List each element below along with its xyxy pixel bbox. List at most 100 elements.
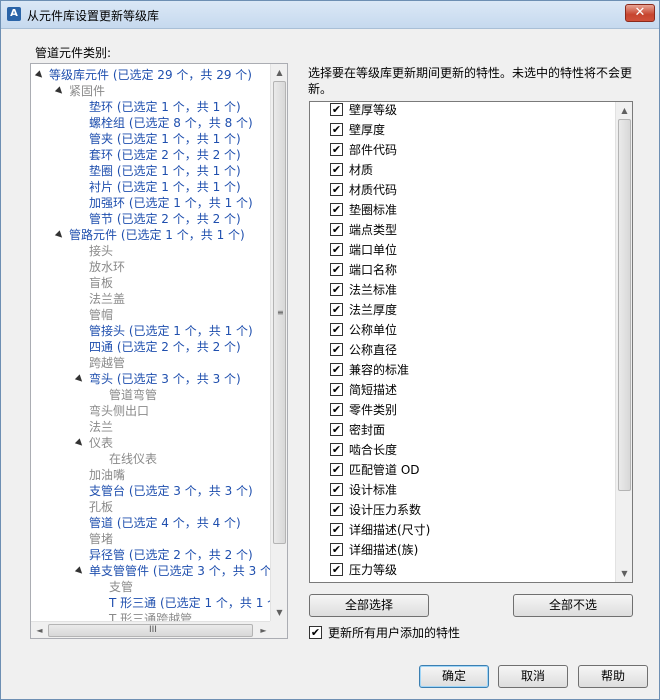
tree-node[interactable]: 管帽 [89, 307, 113, 323]
list-scroll-down-arrow-icon[interactable]: ▼ [616, 565, 632, 582]
property-row[interactable]: ✔ 零件类别 [330, 400, 397, 420]
tree-node[interactable]: 管路元件 (已选定 1 个，共 1 个) [69, 227, 245, 243]
property-row[interactable]: ✔ 端口单位 [330, 240, 397, 260]
property-row[interactable]: ✔ 公称直径 [330, 340, 397, 360]
property-row[interactable]: ✔ 法兰厚度 [330, 300, 397, 320]
tree-node[interactable]: 仪表 [89, 435, 113, 451]
property-checkbox[interactable]: ✔ [330, 303, 343, 316]
scroll-up-arrow-icon[interactable]: ▲ [271, 64, 287, 81]
tree-node[interactable]: 螺栓组 (已选定 8 个，共 8 个) [89, 115, 253, 131]
select-all-button[interactable]: 全部选择 [309, 594, 429, 617]
expand-toggle-icon[interactable]: ▲ [51, 83, 67, 99]
property-row[interactable]: ✔ 材质 [330, 160, 373, 180]
tree-node[interactable]: 垫圈 (已选定 1 个，共 1 个) [89, 163, 241, 179]
tree-node[interactable]: 加强环 (已选定 1 个，共 1 个) [89, 195, 253, 211]
property-checkbox[interactable]: ✔ [330, 503, 343, 516]
property-checkbox[interactable]: ✔ [330, 403, 343, 416]
property-row[interactable]: ✔ 兼容的标准 [330, 360, 409, 380]
property-row[interactable]: ✔ 法兰标准 [330, 280, 397, 300]
tree-node[interactable]: 跨越管 [89, 355, 125, 371]
property-checkbox[interactable]: ✔ [330, 323, 343, 336]
tree-node[interactable]: 管道弯管 [109, 387, 157, 403]
tree-node[interactable]: 接头 [89, 243, 113, 259]
expand-toggle-icon[interactable]: ▲ [71, 435, 87, 451]
property-checkbox[interactable]: ✔ [330, 383, 343, 396]
property-checkbox[interactable]: ✔ [330, 343, 343, 356]
update-user-properties-checkbox[interactable]: ✔ [309, 626, 322, 639]
property-checkbox[interactable]: ✔ [330, 523, 343, 536]
property-row[interactable]: ✔ 密封面 [330, 420, 385, 440]
property-row[interactable]: ✔ 垫圈标准 [330, 200, 397, 220]
property-checkbox[interactable]: ✔ [330, 243, 343, 256]
tree-node[interactable]: T 形三通 (已选定 1 个，共 1 个) [109, 595, 272, 611]
select-none-button[interactable]: 全部不选 [513, 594, 633, 617]
tree-node[interactable]: 套环 (已选定 2 个，共 2 个) [89, 147, 241, 163]
tree-node[interactable]: 管道 (已选定 4 个，共 4 个) [89, 515, 241, 531]
title-bar[interactable]: A 从元件库设置更新等级库 ✕ [1, 1, 659, 29]
property-checkbox[interactable]: ✔ [330, 363, 343, 376]
tree-hscroll-thumb[interactable]: III [48, 624, 253, 637]
tree-node[interactable]: 管堵 [89, 531, 113, 547]
property-row[interactable]: ✔ 啮合长度 [330, 440, 397, 460]
tree-node[interactable]: 异径管 (已选定 2 个，共 2 个) [89, 547, 253, 563]
property-row[interactable]: ✔ 材质代码 [330, 180, 397, 200]
property-checkbox[interactable]: ✔ [330, 123, 343, 136]
expand-toggle-icon[interactable]: ▲ [31, 67, 47, 83]
property-row[interactable]: ✔ 设计压力系数 [330, 500, 421, 520]
property-checkbox[interactable]: ✔ [330, 563, 343, 576]
expand-toggle-icon[interactable]: ▲ [71, 563, 87, 579]
property-checkbox[interactable]: ✔ [330, 283, 343, 296]
tree-node[interactable]: 垫环 (已选定 1 个，共 1 个) [89, 99, 241, 115]
property-row[interactable]: ✔ 公称单位 [330, 320, 397, 340]
tree-node[interactable]: 单支管管件 (已选定 3 个，共 3 个) [89, 563, 272, 579]
property-row[interactable]: ✔ 端口名称 [330, 260, 397, 280]
tree-node[interactable]: 支管 [109, 579, 133, 595]
property-row[interactable]: ✔ 详细描述(族) [330, 540, 418, 560]
tree-node[interactable]: 放水环 [89, 259, 125, 275]
property-checkbox[interactable]: ✔ [330, 443, 343, 456]
tree-vertical-scrollbar[interactable]: ▲ ≡ ▼ [270, 64, 287, 621]
property-row[interactable]: ✔ 端点类型 [330, 220, 397, 240]
tree-node[interactable]: 管接头 (已选定 1 个，共 1 个) [89, 323, 253, 339]
tree-node[interactable]: 法兰盖 [89, 291, 125, 307]
scroll-left-arrow-icon[interactable]: ◄ [31, 622, 48, 638]
property-row[interactable]: ✔ 简短描述 [330, 380, 397, 400]
expand-toggle-icon[interactable]: ▲ [51, 227, 67, 243]
ok-button[interactable]: 确定 [419, 665, 489, 688]
tree-node[interactable]: 四通 (已选定 2 个，共 2 个) [89, 339, 241, 355]
property-row[interactable]: ✔ 部件代码 [330, 140, 397, 160]
category-tree[interactable]: ▲ 等级库元件 (已选定 29 个，共 29 个) ▲ 紧固件 垫环 (已选定 1 个，… [30, 63, 288, 639]
property-checkbox[interactable]: ✔ [330, 223, 343, 236]
tree-node[interactable]: 弯头侧出口 [89, 403, 149, 419]
property-row[interactable]: ✔ 设计标准 [330, 480, 397, 500]
tree-node[interactable]: 法兰 [89, 419, 113, 435]
tree-node[interactable]: 紧固件 [69, 83, 105, 99]
property-list[interactable]: ✔ 壁厚等级 ✔ 壁厚度 ✔ 部件代码 ✔ 材质 ✔ 材质代码 ✔ 垫圈标准 ✔ 端点类型 ✔ 端口单位 ✔ 端口… [309, 101, 633, 583]
cancel-button[interactable]: 取消 [498, 665, 568, 688]
property-row[interactable]: ✔ 壁厚度 [330, 120, 385, 140]
tree-scroll-thumb[interactable]: ≡ [273, 81, 286, 544]
property-checkbox[interactable]: ✔ [330, 543, 343, 556]
scroll-down-arrow-icon[interactable]: ▼ [271, 604, 287, 621]
property-row[interactable]: ✔ 匹配管道 OD [330, 460, 420, 480]
tree-horizontal-scrollbar[interactable]: ◄ III ► [31, 621, 272, 638]
update-user-properties-option[interactable]: ✔ 更新所有用户添加的特性 [309, 625, 460, 641]
expand-toggle-icon[interactable]: ▲ [71, 371, 87, 387]
property-checkbox[interactable]: ✔ [330, 163, 343, 176]
property-row[interactable]: ✔ 压力等级 [330, 560, 397, 580]
list-scroll-thumb[interactable] [618, 119, 631, 491]
property-checkbox[interactable]: ✔ [330, 143, 343, 156]
tree-node[interactable]: 管节 (已选定 2 个，共 2 个) [89, 211, 241, 227]
tree-node[interactable]: 等级库元件 (已选定 29 个，共 29 个) [49, 67, 252, 83]
tree-node[interactable]: 孔板 [89, 499, 113, 515]
tree-node[interactable]: 在线仪表 [109, 451, 157, 467]
tree-node[interactable]: 弯头 (已选定 3 个，共 3 个) [89, 371, 241, 387]
tree-node[interactable]: 衬片 (已选定 1 个，共 1 个) [89, 179, 241, 195]
tree-node[interactable]: 加油嘴 [89, 467, 125, 483]
property-checkbox[interactable]: ✔ [330, 263, 343, 276]
close-button[interactable]: ✕ [625, 4, 655, 22]
tree-node[interactable]: 支管台 (已选定 3 个，共 3 个) [89, 483, 253, 499]
property-checkbox[interactable]: ✔ [330, 103, 343, 116]
property-checkbox[interactable]: ✔ [330, 183, 343, 196]
property-row[interactable]: ✔ 壁厚等级 [330, 102, 397, 120]
